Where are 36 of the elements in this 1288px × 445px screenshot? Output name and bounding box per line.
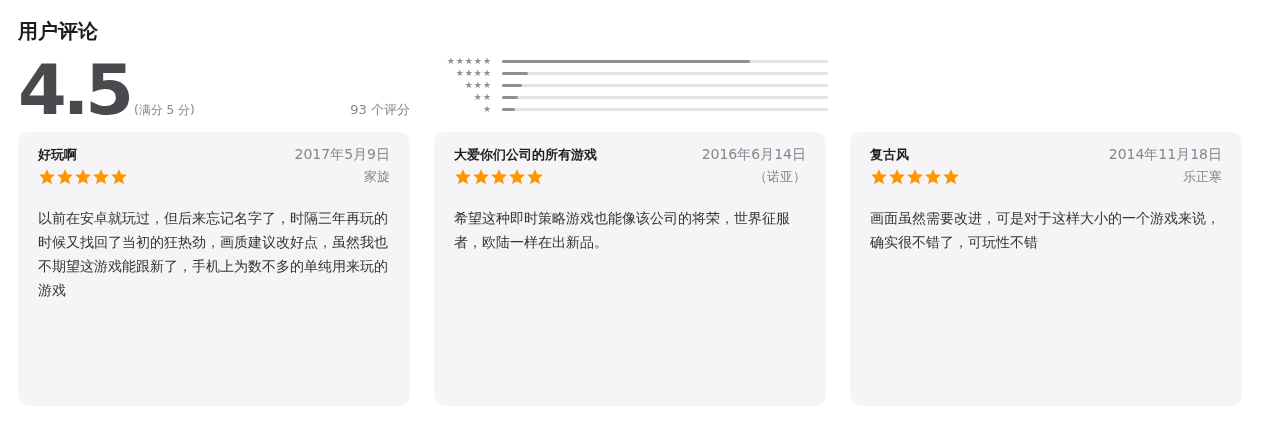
star-icon [92,168,110,186]
review-date: 2014年11月18日 [1108,146,1222,164]
star-label: ★★★ [464,80,492,91]
review-author: 家旋 [364,168,390,186]
star-icon [56,168,74,186]
review-text: 以前在安卓就玩过，但后来忘记名字了，时隔三年再玩的时候又找回了当初的狂热劲，画质建议改好点，虽然我也不期望这游戏能跟新了，手机上为数不多的单纯用来玩的游戏 [38,209,389,300]
star-icon [924,168,942,186]
review-author: 乐正寒 [1183,168,1222,186]
review-text: 希望这种即时策略游戏也能像该公司的将荣，世界征服者，欧陆一样在出新品。 [454,209,791,252]
star-icon [888,168,906,186]
star-icon [906,168,924,186]
review-date: 2016年6月14日 [701,146,806,164]
review-title: 复古风 [870,146,909,164]
review-title: 大爱你们公司的所有游戏 [454,146,597,164]
average-rating: 4.5 [18,56,130,124]
star-label: ★★★★ [455,68,492,79]
rating-count: 93 个评分 [350,101,410,119]
review-title: 好玩啊 [38,146,77,164]
star-icon [74,168,92,186]
star-label: ★★★★★ [446,56,492,67]
star-icon [942,168,960,186]
star-icon [508,168,526,186]
star-icon [38,168,56,186]
section-heading: 用户评论 [18,18,99,45]
star-icon [526,168,544,186]
star-label: ★★ [473,92,492,103]
star-icon [472,168,490,186]
rating-scale: (满分 5 分) [134,102,195,119]
star-icon [870,168,888,186]
review-text: 画面虽然需要改进，可是对于这样大小的一个游戏来说，确实很不错了，可玩性不错 [870,209,1221,252]
review-author: （诺亚） [754,168,806,186]
star-icon [110,168,128,186]
review-date: 2017年5月9日 [294,146,390,164]
star-icon [490,168,508,186]
star-icon [454,168,472,186]
star-label: ★ [482,104,492,115]
